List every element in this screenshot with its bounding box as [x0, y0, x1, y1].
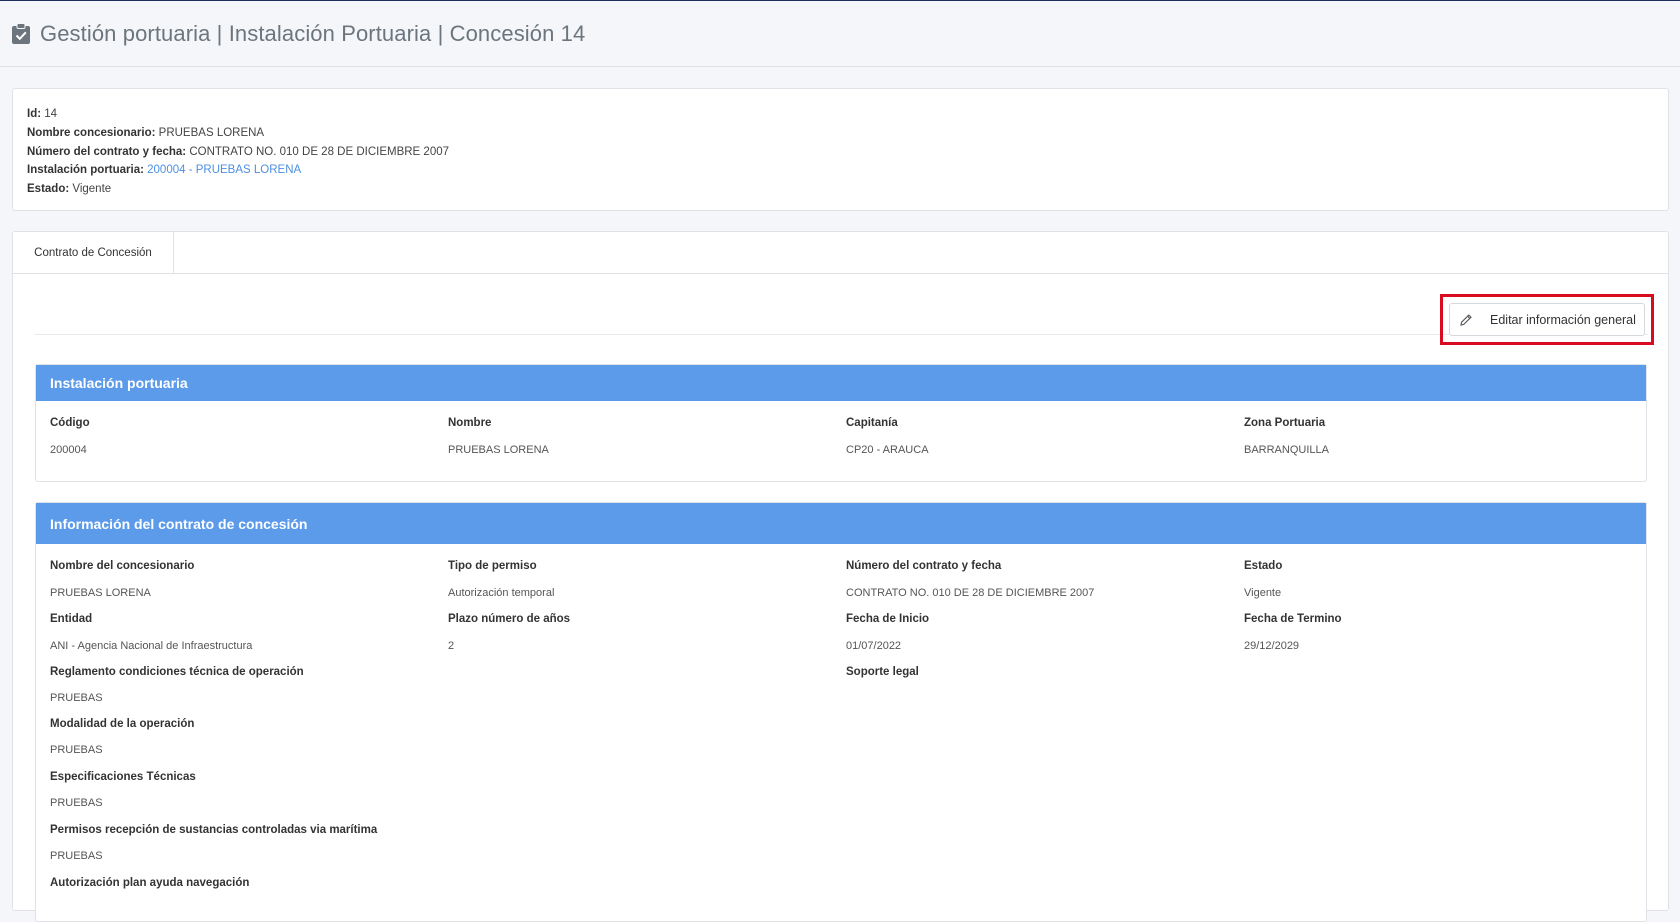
field-label: Estado	[1244, 560, 1283, 572]
field-value: CONTRATO NO. 010 DE 28 DE DICIEMBRE 2007	[846, 587, 1095, 599]
field-label: Tipo de permiso	[448, 560, 537, 572]
summary-instalacion: Instalación portuaria: 200004 - PRUEBAS …	[27, 161, 1654, 180]
field-value: Autorización temporal	[448, 587, 555, 599]
field-value: PRUEBAS	[50, 692, 103, 704]
field-label: Soporte legal	[846, 666, 919, 678]
field-label: Código	[50, 417, 90, 429]
pencil-icon	[1450, 313, 1481, 327]
field-value: ANI - Agencia Nacional de Infraestructur…	[50, 640, 253, 652]
field-label: Reglamento condiciones técnica de operac…	[50, 666, 304, 678]
summary-nombre-value: PRUEBAS LORENA	[158, 126, 265, 139]
toolbar	[34, 274, 1648, 335]
tab-bar: Contrato de Concesión	[13, 232, 1668, 274]
summary-instalacion-label: Instalación portuaria:	[27, 164, 144, 177]
instalacion-panel-title: Instalación portuaria	[36, 365, 1646, 401]
page-title: Gestión portuaria | Instalación Portuari…	[40, 20, 586, 46]
field-label: Modalidad de la operación	[50, 718, 195, 730]
field-value: BARRANQUILLA	[1244, 444, 1329, 456]
concession-detail-card: Contrato de Concesión Editar información…	[12, 231, 1669, 922]
summary-id: Id: 14	[27, 105, 1654, 124]
clipboard-check-icon	[12, 22, 30, 44]
edit-general-info-label: Editar información general	[1490, 312, 1636, 327]
field-value: PRUEBAS LORENA	[50, 587, 151, 599]
field-label: Autorización plan ayuda navegación	[50, 877, 250, 889]
field-value: 01/07/2022	[846, 640, 902, 652]
field-value: PRUEBAS	[50, 850, 103, 862]
summary-nombre: Nombre concesionario: PRUEBAS LORENA	[27, 124, 1654, 143]
instalacion-link[interactable]: 200004 - PRUEBAS LORENA	[147, 164, 301, 176]
edit-general-info-button[interactable]: Editar información general	[1449, 303, 1645, 336]
field-value: 2	[448, 640, 455, 652]
field-label: Permisos recepción de sustancias control…	[50, 824, 378, 836]
summary-estado: Estado: Vigente	[27, 180, 1654, 199]
summary-contrato-value: CONTRATO NO. 010 DE 28 DE DICIEMBRE 2007	[189, 145, 450, 158]
summary-id-label: Id:	[27, 108, 42, 120]
summary-id-value: 14	[44, 108, 58, 120]
field-label: Número del contrato y fecha	[846, 560, 1002, 572]
field-value: 200004	[50, 444, 87, 456]
field-label: Capitanía	[846, 417, 898, 429]
field-label: Nombre	[448, 417, 492, 429]
field-label: Fecha de Termino	[1244, 613, 1342, 625]
field-label: Zona Portuaria	[1244, 417, 1326, 429]
field-value: 29/12/2029	[1244, 640, 1300, 652]
concession-summary-card: Id: 14 Nombre concesionario: PRUEBAS LOR…	[12, 88, 1669, 211]
field-value: Vigente	[1244, 587, 1282, 599]
summary-estado-label: Estado:	[27, 183, 70, 196]
field-label: Plazo número de años	[448, 613, 571, 625]
field-value: PRUEBAS	[50, 744, 103, 756]
field-label: Fecha de Inicio	[846, 613, 930, 625]
instalacion-panel: Instalación portuaria Código 200004 Nomb…	[35, 364, 1647, 482]
field-label: Entidad	[50, 613, 93, 625]
summary-contrato: Número del contrato y fecha: CONTRATO NO…	[27, 143, 1654, 162]
contrato-panel: Información del contrato de concesión No…	[35, 502, 1647, 922]
field-value: PRUEBAS LORENA	[448, 444, 549, 456]
field-value: PRUEBAS	[50, 797, 103, 809]
summary-nombre-label: Nombre concesionario:	[27, 126, 156, 139]
page-header: Gestión portuaria | Instalación Portuari…	[0, 1, 1680, 67]
field-label: Nombre del concesionario	[50, 560, 195, 572]
tab-contrato-concesion[interactable]: Contrato de Concesión	[13, 232, 174, 273]
contrato-panel-title: Información del contrato de concesión	[36, 503, 1646, 544]
field-label: Especificaciones Técnicas	[50, 771, 196, 783]
summary-estado-value: Vigente	[72, 183, 112, 196]
field-value: CP20 - ARAUCA	[846, 444, 929, 456]
summary-contrato-label: Número del contrato y fecha:	[27, 145, 187, 158]
